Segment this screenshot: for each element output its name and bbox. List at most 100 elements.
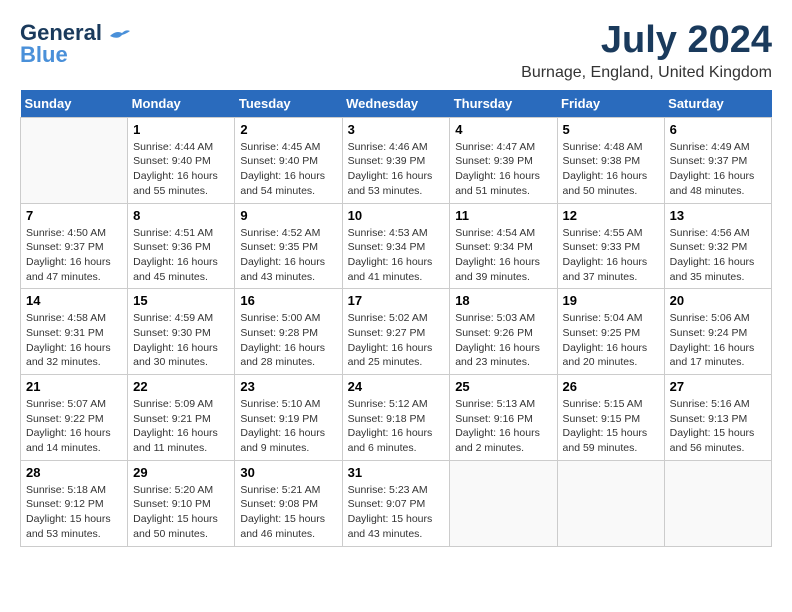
month-title: July 2024	[521, 20, 772, 62]
column-header-wednesday: Wednesday	[342, 90, 450, 118]
day-number: 24	[348, 379, 445, 394]
day-info: Sunrise: 4:53 AM Sunset: 9:34 PM Dayligh…	[348, 226, 445, 285]
header-row: SundayMondayTuesdayWednesdayThursdayFrid…	[21, 90, 772, 118]
calendar-cell: 21Sunrise: 5:07 AM Sunset: 9:22 PM Dayli…	[21, 375, 128, 461]
day-number: 5	[563, 122, 659, 137]
day-number: 11	[455, 208, 551, 223]
day-info: Sunrise: 4:56 AM Sunset: 9:32 PM Dayligh…	[670, 226, 766, 285]
column-header-thursday: Thursday	[450, 90, 557, 118]
calendar-cell: 31 Sunrise: 5:23 AM Sunset: 9:07 PM Dayli…	[342, 460, 450, 546]
day-number: 9	[240, 208, 336, 223]
week-row-3: 14 Sunrise: 4:58 AM Sunset: 9:31 PM Dayli…	[21, 289, 772, 375]
calendar-cell: 5 Sunrise: 4:48 AM Sunset: 9:38 PM Daylig…	[557, 117, 664, 203]
calendar-cell	[557, 460, 664, 546]
calendar-cell: 18 Sunrise: 5:03 AM Sunset: 9:26 PM Dayli…	[450, 289, 557, 375]
day-number: 26	[563, 379, 659, 394]
calendar-cell: 10 Sunrise: 4:53 AM Sunset: 9:34 PM Dayli…	[342, 203, 450, 289]
calendar-cell: 29Sunrise: 5:20 AM Sunset: 9:10 PM Dayli…	[128, 460, 235, 546]
day-info: Sunrise: 4:50 AM Sunset: 9:37 PM Dayligh…	[26, 226, 122, 285]
day-number: 16	[240, 293, 336, 308]
day-number: 7	[26, 208, 122, 223]
day-info: Sunrise: 5:23 AM Sunset: 9:07 PM Dayligh…	[348, 483, 445, 542]
calendar-cell: 9Sunrise: 4:52 AM Sunset: 9:35 PM Daylig…	[235, 203, 342, 289]
day-info: Sunrise: 5:06 AM Sunset: 9:24 PM Dayligh…	[670, 311, 766, 370]
day-info: Sunrise: 4:51 AM Sunset: 9:36 PM Dayligh…	[133, 226, 229, 285]
column-header-saturday: Saturday	[664, 90, 771, 118]
day-number: 18	[455, 293, 551, 308]
day-number: 31	[348, 465, 445, 480]
title-area: July 2024 Burnage, England, United Kingd…	[521, 20, 772, 82]
calendar-cell: 23 Sunrise: 5:10 AM Sunset: 9:19 PM Dayli…	[235, 375, 342, 461]
day-info: Sunrise: 5:04 AM Sunset: 9:25 PM Dayligh…	[563, 311, 659, 370]
day-info: Sunrise: 5:10 AM Sunset: 9:19 PM Dayligh…	[240, 397, 336, 456]
page-header: General Blue July 2024 Burnage, England,…	[20, 20, 772, 82]
day-number: 29	[133, 465, 229, 480]
bird-icon	[108, 28, 130, 44]
day-number: 28	[26, 465, 122, 480]
week-row-1: 1Sunrise: 4:44 AM Sunset: 9:40 PM Daylig…	[21, 117, 772, 203]
calendar-cell: 4Sunrise: 4:47 AM Sunset: 9:39 PM Daylig…	[450, 117, 557, 203]
day-number: 22	[133, 379, 229, 394]
week-row-4: 21Sunrise: 5:07 AM Sunset: 9:22 PM Dayli…	[21, 375, 772, 461]
day-info: Sunrise: 4:55 AM Sunset: 9:33 PM Dayligh…	[563, 226, 659, 285]
calendar-cell: 7 Sunrise: 4:50 AM Sunset: 9:37 PM Daylig…	[21, 203, 128, 289]
calendar-cell	[21, 117, 128, 203]
day-info: Sunrise: 5:16 AM Sunset: 9:13 PM Dayligh…	[670, 397, 766, 456]
day-info: Sunrise: 4:45 AM Sunset: 9:40 PM Dayligh…	[240, 140, 336, 199]
logo-blue: Blue	[20, 42, 68, 68]
calendar-cell: 1Sunrise: 4:44 AM Sunset: 9:40 PM Daylig…	[128, 117, 235, 203]
week-row-2: 7 Sunrise: 4:50 AM Sunset: 9:37 PM Daylig…	[21, 203, 772, 289]
day-number: 13	[670, 208, 766, 223]
calendar-cell: 27 Sunrise: 5:16 AM Sunset: 9:13 PM Dayli…	[664, 375, 771, 461]
day-info: Sunrise: 5:15 AM Sunset: 9:15 PM Dayligh…	[563, 397, 659, 456]
calendar-cell	[450, 460, 557, 546]
calendar-table: SundayMondayTuesdayWednesdayThursdayFrid…	[20, 90, 772, 547]
day-info: Sunrise: 4:48 AM Sunset: 9:38 PM Dayligh…	[563, 140, 659, 199]
day-info: Sunrise: 5:13 AM Sunset: 9:16 PM Dayligh…	[455, 397, 551, 456]
day-number: 30	[240, 465, 336, 480]
calendar-cell: 3 Sunrise: 4:46 AM Sunset: 9:39 PM Daylig…	[342, 117, 450, 203]
day-number: 6	[670, 122, 766, 137]
calendar-cell: 15Sunrise: 4:59 AM Sunset: 9:30 PM Dayli…	[128, 289, 235, 375]
calendar-cell: 2 Sunrise: 4:45 AM Sunset: 9:40 PM Daylig…	[235, 117, 342, 203]
day-info: Sunrise: 4:44 AM Sunset: 9:40 PM Dayligh…	[133, 140, 229, 199]
day-info: Sunrise: 4:46 AM Sunset: 9:39 PM Dayligh…	[348, 140, 445, 199]
day-number: 8	[133, 208, 229, 223]
column-header-monday: Monday	[128, 90, 235, 118]
day-number: 23	[240, 379, 336, 394]
day-number: 12	[563, 208, 659, 223]
day-info: Sunrise: 5:02 AM Sunset: 9:27 PM Dayligh…	[348, 311, 445, 370]
calendar-cell: 26 Sunrise: 5:15 AM Sunset: 9:15 PM Dayli…	[557, 375, 664, 461]
calendar-cell: 22 Sunrise: 5:09 AM Sunset: 9:21 PM Dayli…	[128, 375, 235, 461]
column-header-friday: Friday	[557, 90, 664, 118]
day-number: 27	[670, 379, 766, 394]
calendar-cell: 30 Sunrise: 5:21 AM Sunset: 9:08 PM Dayli…	[235, 460, 342, 546]
day-info: Sunrise: 4:47 AM Sunset: 9:39 PM Dayligh…	[455, 140, 551, 199]
day-info: Sunrise: 4:59 AM Sunset: 9:30 PM Dayligh…	[133, 311, 229, 370]
day-number: 14	[26, 293, 122, 308]
day-info: Sunrise: 5:09 AM Sunset: 9:21 PM Dayligh…	[133, 397, 229, 456]
calendar-cell: 25Sunrise: 5:13 AM Sunset: 9:16 PM Dayli…	[450, 375, 557, 461]
calendar-cell: 24 Sunrise: 5:12 AM Sunset: 9:18 PM Dayli…	[342, 375, 450, 461]
column-header-sunday: Sunday	[21, 90, 128, 118]
day-number: 2	[240, 122, 336, 137]
day-info: Sunrise: 5:12 AM Sunset: 9:18 PM Dayligh…	[348, 397, 445, 456]
calendar-cell: 20Sunrise: 5:06 AM Sunset: 9:24 PM Dayli…	[664, 289, 771, 375]
day-info: Sunrise: 4:54 AM Sunset: 9:34 PM Dayligh…	[455, 226, 551, 285]
day-number: 3	[348, 122, 445, 137]
day-number: 17	[348, 293, 445, 308]
day-info: Sunrise: 5:00 AM Sunset: 9:28 PM Dayligh…	[240, 311, 336, 370]
calendar-cell: 6 Sunrise: 4:49 AM Sunset: 9:37 PM Daylig…	[664, 117, 771, 203]
day-info: Sunrise: 4:49 AM Sunset: 9:37 PM Dayligh…	[670, 140, 766, 199]
day-number: 10	[348, 208, 445, 223]
week-row-5: 28Sunrise: 5:18 AM Sunset: 9:12 PM Dayli…	[21, 460, 772, 546]
calendar-cell: 8 Sunrise: 4:51 AM Sunset: 9:36 PM Daylig…	[128, 203, 235, 289]
day-info: Sunrise: 4:58 AM Sunset: 9:31 PM Dayligh…	[26, 311, 122, 370]
day-info: Sunrise: 5:03 AM Sunset: 9:26 PM Dayligh…	[455, 311, 551, 370]
day-info: Sunrise: 5:21 AM Sunset: 9:08 PM Dayligh…	[240, 483, 336, 542]
day-number: 21	[26, 379, 122, 394]
calendar-cell: 13 Sunrise: 4:56 AM Sunset: 9:32 PM Dayli…	[664, 203, 771, 289]
calendar-cell: 12 Sunrise: 4:55 AM Sunset: 9:33 PM Dayli…	[557, 203, 664, 289]
calendar-cell: 28Sunrise: 5:18 AM Sunset: 9:12 PM Dayli…	[21, 460, 128, 546]
logo: General Blue	[20, 20, 130, 68]
